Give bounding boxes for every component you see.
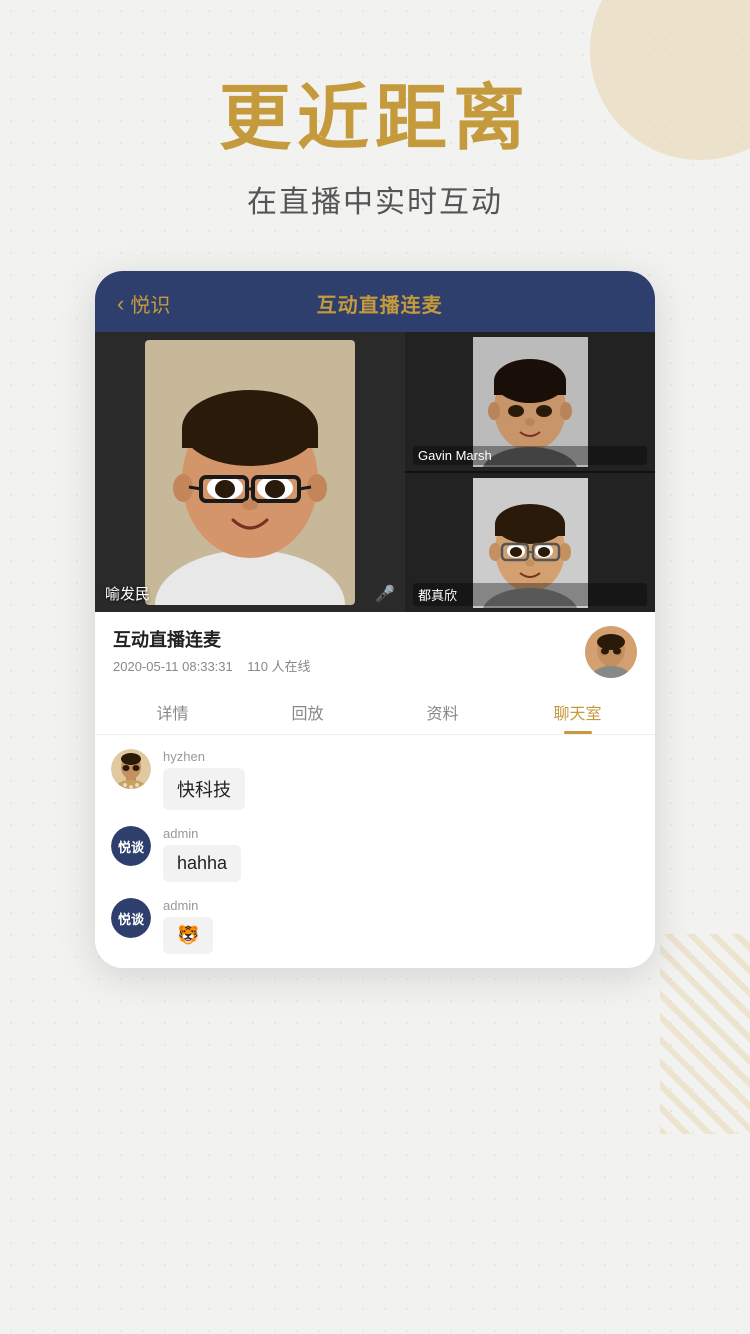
host-avatar-img (585, 626, 637, 678)
chat-avatar-2: 悦谈 (111, 826, 151, 866)
hero-title: 更近距离 (0, 80, 750, 159)
tab-details[interactable]: 详情 (105, 688, 240, 734)
hero-section: 更近距离 在直播中实时互动 (0, 0, 750, 221)
admin-badge-3: 悦谈 (111, 898, 151, 938)
host-avatar (585, 626, 637, 678)
tab-replay[interactable]: 回放 (240, 688, 375, 734)
tab-bar: 详情 回放 资料 聊天室 (95, 688, 655, 735)
main-face-container (95, 332, 405, 612)
chat-avatar-3: 悦谈 (111, 898, 151, 938)
video-side: Gavin Marsh (405, 332, 655, 612)
chat-username-1: hyzhen (163, 749, 245, 764)
side-person-1-label: Gavin Marsh (413, 446, 647, 465)
chat-username-3: admin (163, 898, 213, 913)
chat-content-2: admin hahha (163, 826, 241, 882)
phone-header: ‹ 悦识 互动直播连麦 (95, 271, 655, 332)
chat-area: hyzhen 快科技 悦谈 admin hahha 悦谈 (95, 735, 655, 968)
phone-card: ‹ 悦识 互动直播连麦 (95, 271, 655, 968)
chat-content-1: hyzhen 快科技 (163, 749, 245, 810)
admin-badge-2: 悦谈 (111, 826, 151, 866)
chat-bubble-1: 快科技 (163, 768, 245, 810)
chat-bubble-3: 🐯 (163, 917, 213, 954)
info-title: 互动直播连麦 (113, 626, 311, 652)
info-row: 互动直播连麦 2020-05-11 08:33:31 110 人在线 (95, 612, 655, 688)
chat-bubble-2: hahha (163, 845, 241, 882)
tab-materials[interactable]: 资料 (375, 688, 510, 734)
tab-chatroom[interactable]: 聊天室 (510, 688, 645, 734)
mic-icon: 🎤 (375, 584, 395, 604)
side-person-2-label: 都真欣 (413, 583, 647, 606)
video-main: 喻发民 🎤 (95, 332, 405, 612)
video-thumb-1: Gavin Marsh (405, 332, 655, 471)
chat-username-2: admin (163, 826, 241, 841)
header-title: 互动直播连麦 (126, 289, 633, 318)
chat-message-2: 悦谈 admin hahha (111, 826, 639, 882)
chat-content-3: admin 🐯 (163, 898, 213, 954)
main-person-avatar (145, 340, 355, 605)
video-grid: 喻发民 🎤 (95, 332, 655, 612)
chat-message-1: hyzhen 快科技 (111, 749, 639, 810)
info-left: 互动直播连麦 2020-05-11 08:33:31 110 人在线 (113, 626, 311, 675)
info-date: 2020-05-11 08:33:31 (113, 659, 233, 674)
back-chevron-icon: ‹ (117, 291, 124, 317)
info-online: 110 人在线 (247, 659, 310, 674)
main-person-label: 喻发民 (105, 583, 150, 604)
hyzhen-avatar (111, 749, 151, 789)
bg-decoration-stripe (660, 934, 750, 1134)
hero-subtitle: 在直播中实时互动 (0, 177, 750, 221)
video-thumb-2: 都真欣 (405, 473, 655, 612)
info-meta: 2020-05-11 08:33:31 110 人在线 (113, 656, 311, 675)
chat-avatar-1 (111, 749, 151, 789)
chat-message-3: 悦谈 admin 🐯 (111, 898, 639, 954)
